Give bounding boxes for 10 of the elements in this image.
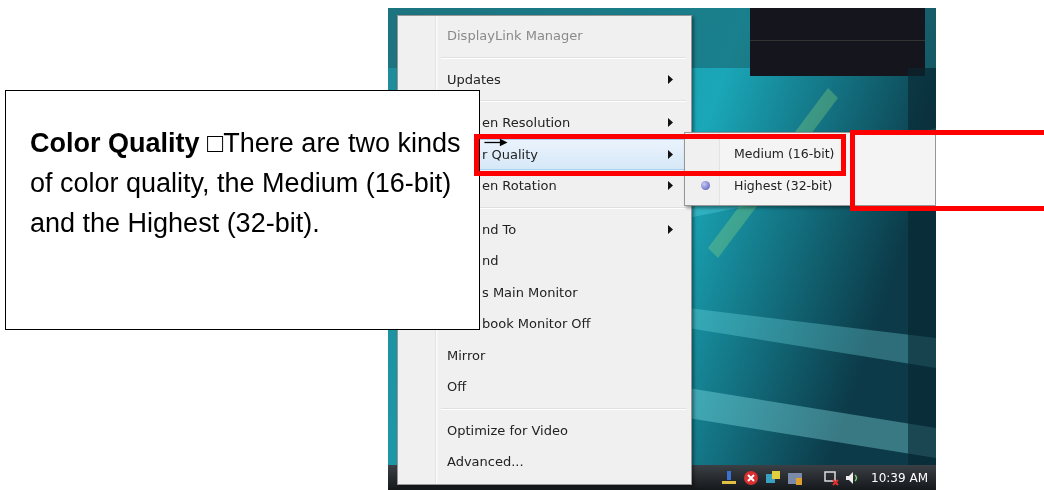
menu-item[interactable]: Off [401,371,688,403]
error-icon[interactable] [743,469,760,486]
monitor-icon[interactable] [765,469,782,486]
network-error-icon[interactable] [823,469,840,486]
menu-item[interactable]: Optimize for Video [401,414,688,446]
menu-item[interactable]: Advanced... [401,446,688,478]
clock[interactable]: 10:39 AM [871,470,928,485]
menu-item[interactable]: Updates [401,63,688,95]
leader-arrow [481,138,511,147]
menu-item[interactable]: Mirror [401,339,688,371]
